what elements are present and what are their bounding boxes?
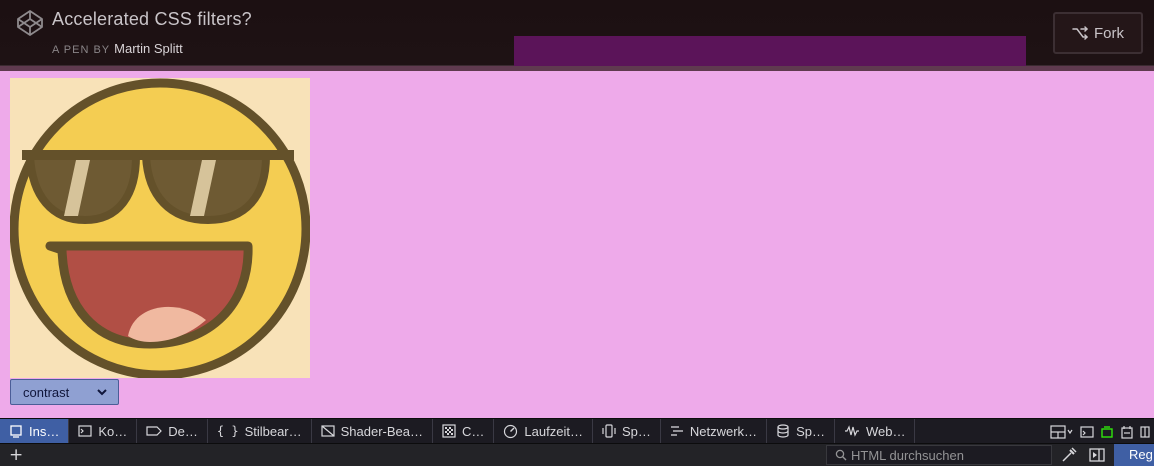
tab-label: Sp… xyxy=(796,423,825,439)
search-icon xyxy=(835,449,847,461)
devtools-toolbox-controls xyxy=(1046,419,1154,443)
network-icon xyxy=(670,426,683,436)
pen-byline: A PEN BY Martin Splitt xyxy=(52,40,183,58)
layout-menu-icon[interactable] xyxy=(1050,424,1074,439)
memory-icon xyxy=(602,424,616,438)
tab-memory[interactable]: Sp… xyxy=(593,419,661,443)
tab-label: De… xyxy=(168,423,198,439)
tab-webaudio[interactable]: Web… xyxy=(835,419,916,443)
toggle-sidebar-icon[interactable] xyxy=(1089,447,1105,463)
tab-network[interactable]: Netzwerk… xyxy=(661,419,768,443)
tab-label: Stilbear… xyxy=(244,423,302,439)
tab-label: Shader-Bea… xyxy=(340,423,424,439)
tab-inspector[interactable]: Ins… xyxy=(0,419,70,443)
canvas-icon xyxy=(442,424,456,438)
fork-label: Fork xyxy=(1094,24,1124,42)
tab-storage[interactable]: Sp… xyxy=(767,419,835,443)
tab-label: C… xyxy=(462,423,485,439)
author-link[interactable]: Martin Splitt xyxy=(114,41,183,56)
filtered-image xyxy=(10,78,310,378)
tab-style-editor[interactable]: { } Stilbear… xyxy=(208,419,312,443)
responsive-mode-icon[interactable] xyxy=(1100,425,1114,439)
tab-label: Ins… xyxy=(29,423,60,439)
search-input[interactable] xyxy=(851,447,1041,463)
devtools-tab-bar: Ins… Ko… De… { } Stilbear… Shader-Bea… C… xyxy=(0,418,1154,443)
tab-label: Ko… xyxy=(98,423,128,439)
html-search xyxy=(826,445,1052,465)
codepen-logo-icon[interactable] xyxy=(16,9,44,37)
console-icon xyxy=(78,425,92,437)
chevron-down-icon xyxy=(97,389,107,396)
style-editor-icon: { } xyxy=(216,424,239,438)
inspector-icon xyxy=(10,425,22,438)
webaudio-icon xyxy=(844,425,859,437)
sunglasses-smiley-icon xyxy=(10,78,310,378)
tab-console[interactable]: Ko… xyxy=(69,419,138,443)
shader-editor-icon xyxy=(321,425,335,437)
filter-select[interactable]: contrast xyxy=(10,379,119,405)
tab-rules[interactable]: Reg xyxy=(1114,444,1154,466)
pen-title: Accelerated CSS filters? xyxy=(52,9,252,29)
inspector-toolbar: + Reg xyxy=(0,443,1154,466)
storage-icon xyxy=(777,424,789,438)
debugger-icon xyxy=(146,426,163,436)
tab-shader-editor[interactable]: Shader-Bea… xyxy=(312,419,434,443)
tab-label: Sp… xyxy=(621,423,651,439)
add-node-button[interactable]: + xyxy=(9,446,23,464)
tab-label: Web… xyxy=(865,423,906,439)
split-console-icon[interactable] xyxy=(1080,425,1094,439)
tab-label: Laufzeit… xyxy=(524,423,583,439)
dock-icon[interactable] xyxy=(1140,425,1150,439)
performance-icon xyxy=(504,424,518,438)
filter-select-value: contrast xyxy=(23,384,70,400)
tab-canvas[interactable]: C… xyxy=(433,419,495,443)
tab-debugger[interactable]: De… xyxy=(137,419,208,443)
tab-performance[interactable]: Laufzeit… xyxy=(494,419,593,443)
fork-icon xyxy=(1072,26,1088,40)
eyedropper-icon[interactable] xyxy=(1061,447,1077,463)
scratchpad-icon[interactable] xyxy=(1120,425,1134,439)
byline-prefix: A PEN BY xyxy=(52,44,111,56)
tab-label: Netzwerk… xyxy=(689,423,758,439)
fork-button[interactable]: Fork xyxy=(1053,12,1143,54)
